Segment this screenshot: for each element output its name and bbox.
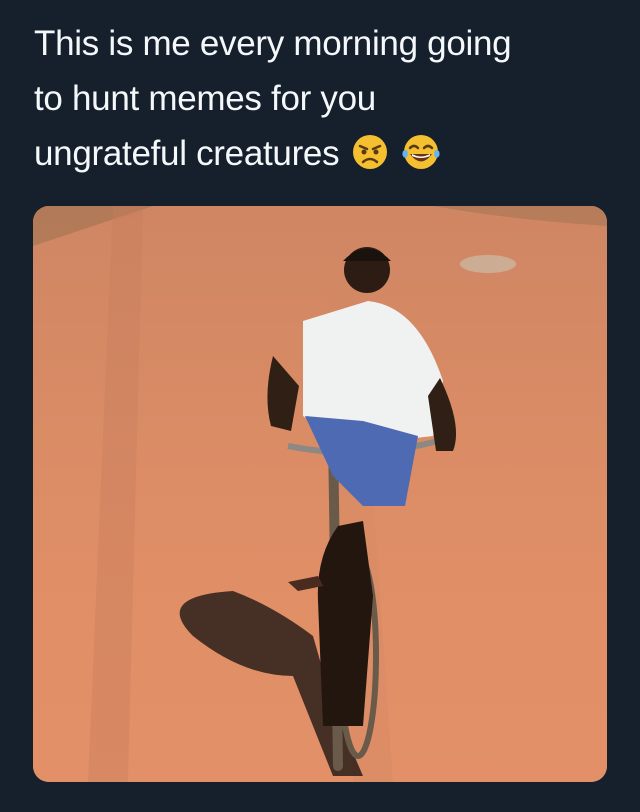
cyclist-photo-illustration [33,206,607,782]
angry-face-emoji [352,135,387,169]
tweet-text-line-2: to hunt memes for you [34,79,376,118]
tweet-text-line-3-label: ungrateful creatures [34,134,340,173]
tweet-text: This is me every morning going to hunt m… [34,16,624,181]
tears-of-joy-emoji [402,135,440,169]
tweet-text-line-3: ungrateful creatures [34,126,624,181]
tweet-media-photo[interactable] [33,206,607,782]
tweet-text-line-1: This is me every morning going [34,24,512,63]
